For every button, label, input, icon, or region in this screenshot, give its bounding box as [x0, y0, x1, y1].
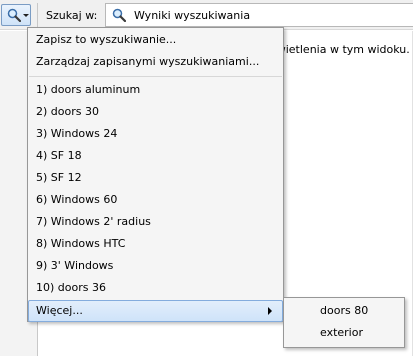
menu-item-label: Zapisz to wyszukiwanie... [36, 33, 177, 46]
menu-item-more[interactable]: Więcej... [28, 300, 283, 322]
menu-item-recent-search[interactable]: 2) doors 30 [28, 101, 283, 123]
toolbar: Szukaj w: Wyniki wyszukiwania [0, 0, 413, 30]
menu-item-label: Zarządzaj zapisanymi wyszukiwaniami... [36, 55, 260, 68]
search-options-button[interactable] [1, 4, 31, 26]
magnifier-icon [112, 8, 126, 22]
submenu-item-label: doors 80 [320, 304, 369, 317]
menu-item-label: 8) Windows HTC [36, 237, 126, 250]
menu-item-recent-search[interactable]: 1) doors aluminum [28, 79, 283, 101]
magnifier-icon [7, 8, 21, 22]
menu-item-label: 1) doors aluminum [36, 83, 141, 96]
menu-item-recent-search[interactable]: 9) 3' Windows [28, 255, 283, 277]
menu-item-label: 10) doors 36 [36, 281, 106, 294]
menu-item-recent-search[interactable]: 7) Windows 2' radius [28, 211, 283, 233]
menu-item-label: 5) SF 12 [36, 171, 82, 184]
empty-results-message: świetlenia w tym widoku. [271, 43, 410, 56]
menu-item-label: 4) SF 18 [36, 149, 82, 162]
chevron-right-icon [268, 307, 272, 315]
menu-item-recent-search[interactable]: 8) Windows HTC [28, 233, 283, 255]
submenu-item[interactable]: exterior [284, 322, 404, 344]
location-value: Wyniki wyszukiwania [134, 9, 251, 22]
menu-item-recent-search[interactable]: 5) SF 12 [28, 167, 283, 189]
toolbar-divider [37, 3, 38, 27]
search-in-label: Szukaj w: [46, 9, 98, 22]
menu-item-save-search[interactable]: Zapisz to wyszukiwanie... [28, 29, 283, 51]
menu-item-label: 6) Windows 60 [36, 193, 118, 206]
location-field[interactable]: Wyniki wyszukiwania [105, 3, 413, 27]
menu-item-label: 2) doors 30 [36, 105, 99, 118]
menu-item-label: 3) Windows 24 [36, 127, 118, 140]
menu-item-recent-search[interactable]: 3) Windows 24 [28, 123, 283, 145]
submenu-item-label: exterior [320, 326, 363, 339]
submenu-item[interactable]: doors 80 [284, 300, 404, 322]
menu-item-label: Więcej... [36, 304, 83, 317]
menu-item-recent-search[interactable]: 10) doors 36 [28, 277, 283, 299]
more-searches-submenu: doors 80 exterior [283, 297, 405, 348]
menu-separator [29, 76, 282, 77]
menu-item-recent-search[interactable]: 4) SF 18 [28, 145, 283, 167]
menu-item-recent-search[interactable]: 6) Windows 60 [28, 189, 283, 211]
menu-item-manage-searches[interactable]: Zarządzaj zapisanymi wyszukiwaniami... [28, 51, 283, 73]
menu-item-label: 9) 3' Windows [36, 259, 114, 272]
menu-item-label: 7) Windows 2' radius [36, 215, 151, 228]
saved-searches-menu: Zapisz to wyszukiwanie... Zarządzaj zapi… [27, 27, 284, 322]
chevron-down-icon [23, 14, 29, 17]
